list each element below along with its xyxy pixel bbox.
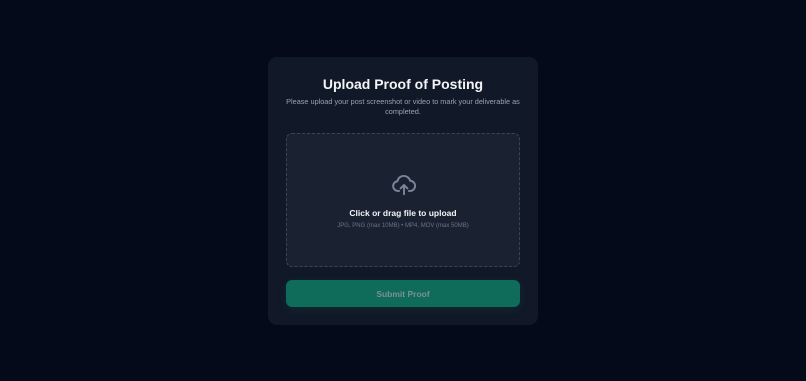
file-dropzone[interactable]: Click or drag file to upload JPG, PNG (m… <box>286 133 520 267</box>
dropzone-file-hint: JPG, PNG (max 10MB) • MP4, MOV (max 50MB… <box>337 223 469 229</box>
cloud-upload-icon <box>392 175 417 196</box>
dialog-subtitle: Please upload your post screenshot or vi… <box>286 97 520 116</box>
submit-proof-button[interactable]: Submit Proof <box>286 280 520 307</box>
upload-proof-dialog: Upload Proof of Posting Please upload yo… <box>268 57 538 325</box>
dropzone-label: Click or drag file to upload <box>349 208 457 218</box>
dialog-title: Upload Proof of Posting <box>322 76 484 92</box>
